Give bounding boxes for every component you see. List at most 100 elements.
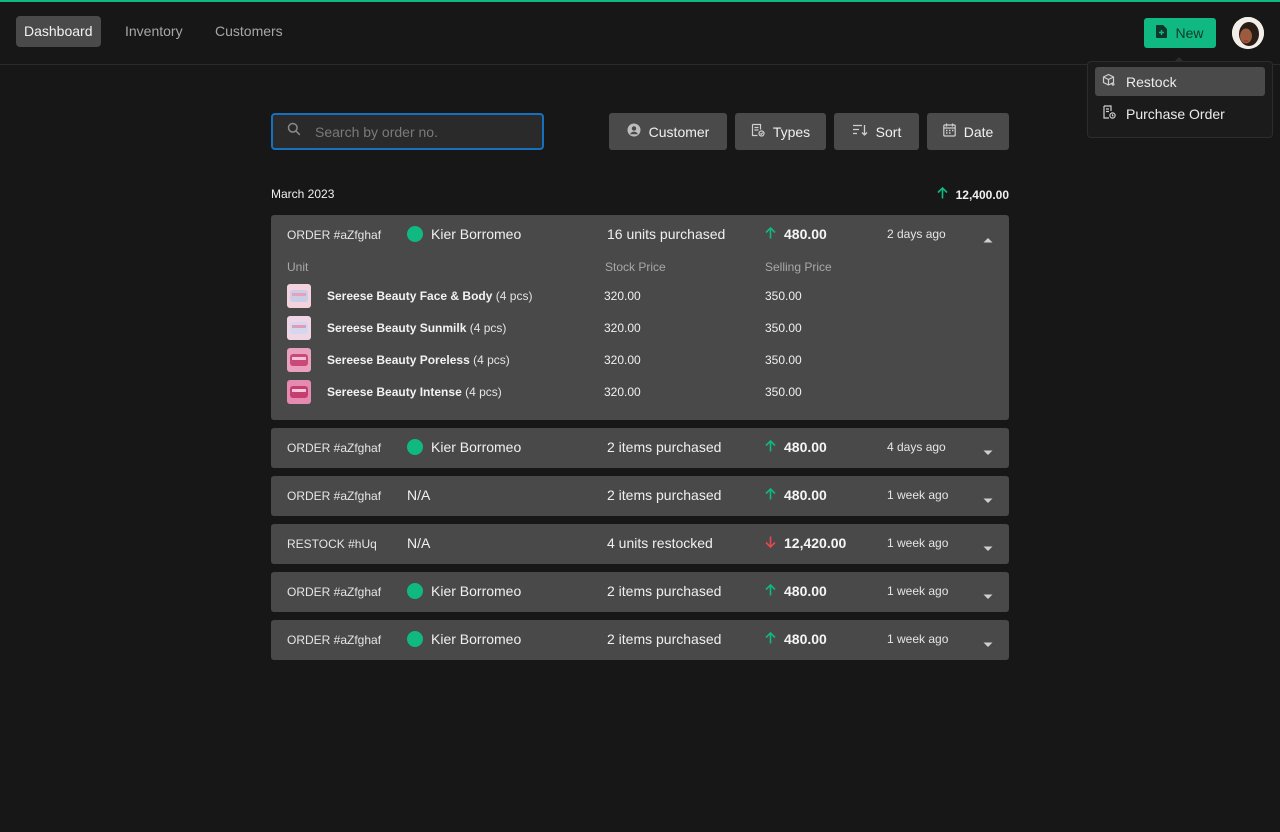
order-card[interactable]: ORDER #aZfghaf N/A 2 items purchased 480.00… (271, 476, 1009, 516)
column-header-stock-price: Stock Price (605, 260, 666, 274)
order-summary: 2 items purchased (607, 583, 722, 599)
order-amount: 12,420.00 (765, 535, 846, 551)
nav-customers[interactable]: Customers (207, 16, 291, 47)
chevron-down-icon[interactable] (982, 636, 994, 647)
filter-sort-button[interactable]: Sort (834, 113, 919, 150)
order-customer: Kier Borromeo (407, 631, 521, 647)
sort-icon (852, 123, 868, 140)
new-button-label: New (1175, 25, 1204, 41)
arrow-up-icon (937, 186, 948, 202)
order-card[interactable]: ORDER #aZfghaf Kier Borromeo 2 items purch… (271, 620, 1009, 660)
product-stock-price: 320.00 (604, 353, 641, 367)
order-amount-value: 480.00 (784, 487, 827, 503)
filter-date-button[interactable]: Date (927, 113, 1009, 150)
filter-customer-button[interactable]: Customer (609, 113, 727, 150)
order-id: RESTOCK #hUq (287, 537, 377, 551)
order-row[interactable]: RESTOCK #hUq N/A 4 units restocked 12,420.0… (271, 524, 1009, 564)
box-plus-icon (1102, 73, 1116, 90)
customer-avatar-dot (407, 631, 423, 647)
product-selling-price: 350.00 (765, 385, 802, 399)
new-document-icon (1156, 25, 1168, 41)
order-customer-name: Kier Borromeo (431, 631, 522, 647)
arrow-up-icon (765, 439, 776, 455)
order-customer-name: Kier Borromeo (431, 226, 522, 242)
order-customer: N/A (407, 535, 430, 551)
order-amount: 480.00 (765, 439, 827, 455)
order-card[interactable]: ORDER #aZfghaf Kier Borromeo 2 items purch… (271, 572, 1009, 612)
product-quantity: (4 pcs) (495, 289, 533, 303)
order-row[interactable]: ORDER #aZfghaf Kier Borromeo 2 items purch… (271, 428, 1009, 468)
product-thumbnail (287, 348, 311, 372)
product-name-cell: Sereese Beauty Intense (4 pcs) (327, 385, 502, 399)
order-item-row: Sereese Beauty Poreless (4 pcs) 320.00 350… (287, 348, 987, 372)
customer-avatar-dot (407, 439, 423, 455)
product-stock-price: 320.00 (604, 289, 641, 303)
order-amount-value: 480.00 (784, 439, 827, 455)
column-header-unit: Unit (287, 260, 309, 274)
chevron-down-icon[interactable] (982, 492, 994, 503)
chevron-down-icon[interactable] (982, 540, 994, 551)
product-name-cell: Sereese Beauty Poreless (4 pcs) (327, 353, 510, 367)
order-time: 1 week ago (887, 536, 949, 550)
product-name: Sereese Beauty Sunmilk (327, 321, 467, 335)
arrow-down-icon (765, 535, 776, 551)
chevron-down-icon[interactable] (982, 444, 994, 455)
order-card[interactable]: ORDER #aZfghaf Kier Borromeo 16 units purc… (271, 215, 1009, 420)
order-id: ORDER #aZfghaf (287, 489, 382, 503)
order-customer: Kier Borromeo (407, 226, 521, 242)
menu-item-purchase-order[interactable]: Purchase Order (1095, 99, 1265, 128)
order-time: 1 week ago (887, 632, 949, 646)
order-amount-value: 480.00 (784, 631, 827, 647)
search-input[interactable] (315, 123, 525, 140)
order-amount: 480.00 (765, 226, 827, 242)
product-selling-price: 350.00 (765, 321, 802, 335)
search-box[interactable] (271, 113, 544, 150)
column-header-selling-price: Selling Price (765, 260, 832, 274)
filter-types-label: Types (772, 123, 811, 140)
product-quantity: (4 pcs) (465, 385, 502, 399)
order-time: 1 week ago (887, 488, 949, 502)
chevron-down-icon[interactable] (982, 588, 994, 599)
order-row[interactable]: ORDER #aZfghaf Kier Borromeo 2 items purch… (271, 572, 1009, 612)
product-name: Sereese Beauty Intense (327, 385, 462, 399)
filter-customer-label: Customer (648, 123, 710, 140)
order-summary: 4 units restocked (607, 535, 713, 551)
nav-inventory[interactable]: Inventory (117, 16, 191, 47)
order-customer-name: N/A (407, 487, 431, 503)
filter-date-label: Date (963, 123, 994, 140)
month-heading: March 2023 (271, 187, 335, 201)
new-dropdown-menu: Restock Purchase Order (1087, 61, 1273, 138)
order-item-row: Sereese Beauty Intense (4 pcs) 320.00 350.… (287, 380, 987, 404)
product-stock-price: 320.00 (604, 321, 641, 335)
filter-types-button[interactable]: Types (735, 113, 826, 150)
user-avatar[interactable] (1232, 17, 1264, 49)
product-quantity: (4 pcs) (469, 321, 507, 335)
order-card[interactable]: ORDER #aZfghaf Kier Borromeo 2 items purch… (271, 428, 1009, 468)
search-icon (287, 122, 301, 141)
order-customer-name: Kier Borromeo (431, 583, 522, 599)
order-customer-name: Kier Borromeo (431, 439, 522, 455)
menu-item-restock[interactable]: Restock (1095, 67, 1265, 96)
order-row[interactable]: ORDER #aZfghaf Kier Borromeo 16 units purc… (271, 215, 1009, 255)
nav-dashboard[interactable]: Dashboard (16, 16, 101, 47)
order-row[interactable]: ORDER #aZfghaf N/A 2 items purchased 480.00… (271, 476, 1009, 516)
customer-avatar-dot (407, 226, 423, 242)
order-card[interactable]: RESTOCK #hUq N/A 4 units restocked 12,420.0… (271, 524, 1009, 564)
order-time: 1 week ago (887, 584, 949, 598)
chevron-up-icon[interactable] (982, 231, 994, 243)
menu-item-restock-label: Restock (1126, 73, 1177, 90)
order-summary: 2 items purchased (607, 439, 722, 455)
product-selling-price: 350.00 (765, 353, 802, 367)
product-thumbnail (287, 380, 311, 404)
order-row[interactable]: ORDER #aZfghaf Kier Borromeo 2 items purch… (271, 620, 1009, 660)
order-time: 2 days ago (887, 227, 946, 241)
product-name-cell: Sereese Beauty Face & Body (4 pcs) (327, 289, 532, 303)
month-total: 12,400.00 (937, 186, 1009, 202)
document-clock-icon (1102, 105, 1116, 122)
order-id: ORDER #aZfghaf (287, 228, 382, 242)
order-amount: 480.00 (765, 583, 827, 599)
order-customer-name: N/A (407, 535, 431, 551)
order-customer: Kier Borromeo (407, 439, 521, 455)
new-button[interactable]: New (1144, 18, 1216, 48)
order-amount: 480.00 (765, 487, 827, 503)
